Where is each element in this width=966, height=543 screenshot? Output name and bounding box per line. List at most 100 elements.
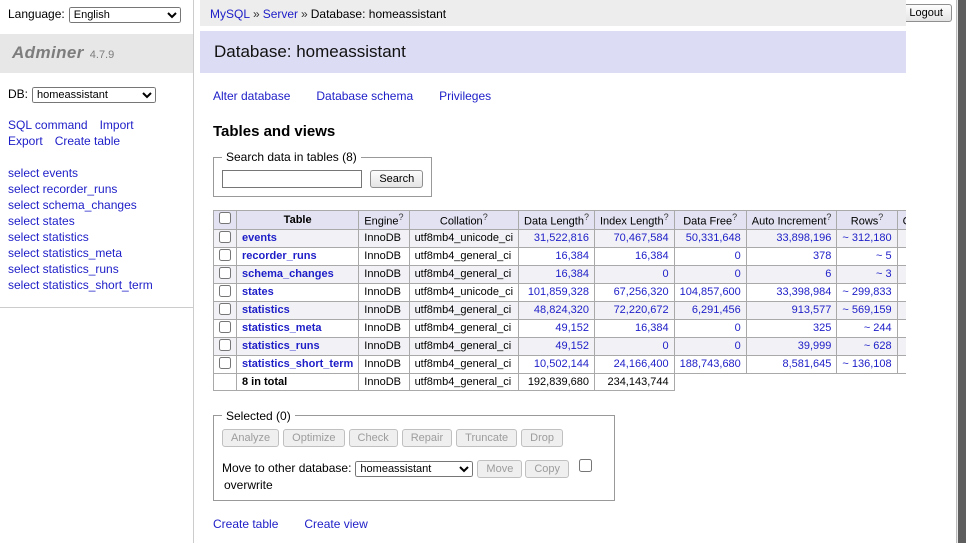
row-checkbox[interactable] [219, 267, 231, 279]
create-link[interactable]: Create table [213, 517, 278, 531]
selected-action-button[interactable]: Analyze [222, 429, 279, 447]
table-name-link[interactable]: events [242, 232, 277, 244]
breadcrumb-link-mysql[interactable]: MySQL [210, 7, 250, 21]
row-checkbox[interactable] [219, 285, 231, 297]
selected-action-button[interactable]: Repair [402, 429, 452, 447]
data-length-link[interactable]: 48,824,320 [534, 304, 589, 316]
help-icon[interactable]: ? [483, 212, 488, 222]
rows-count-link[interactable]: ~ 244 [864, 322, 892, 334]
table-select-link[interactable]: select statistics_meta [8, 246, 122, 260]
rows-count-link[interactable]: ~ 5 [876, 250, 892, 262]
db-nav-link[interactable]: Privileges [439, 89, 491, 103]
table-select-link[interactable]: select statistics_short_term [8, 278, 153, 292]
data-length-link[interactable]: 10,502,144 [534, 358, 589, 370]
help-icon[interactable]: ? [878, 212, 883, 222]
selected-action-button[interactable]: Drop [521, 429, 563, 447]
rows-count-link[interactable]: ~ 312,180 [842, 232, 891, 244]
help-icon[interactable]: ? [664, 212, 669, 222]
table-select-link[interactable]: select statistics [8, 230, 89, 244]
auto-increment-link[interactable]: 39,999 [798, 340, 832, 352]
table-name-link[interactable]: statistics_runs [242, 340, 320, 352]
data-free-link[interactable]: 0 [735, 250, 741, 262]
vertical-scrollbar[interactable] [956, 0, 966, 543]
row-checkbox[interactable] [219, 231, 231, 243]
table-name-link[interactable]: statistics_short_term [242, 358, 353, 370]
selected-action-button[interactable]: Check [349, 429, 398, 447]
help-icon[interactable]: ? [826, 212, 831, 222]
table-name-link[interactable]: schema_changes [242, 268, 334, 280]
index-length-link[interactable]: 24,166,400 [614, 358, 669, 370]
table-select-link[interactable]: select recorder_runs [8, 182, 117, 196]
data-length-link[interactable]: 101,859,328 [528, 286, 589, 298]
index-length-link[interactable]: 70,467,584 [614, 232, 669, 244]
index-length-link[interactable]: 72,220,672 [614, 304, 669, 316]
rows-count-link[interactable]: ~ 3 [876, 268, 892, 280]
row-checkbox[interactable] [219, 303, 231, 315]
index-length-link[interactable]: 0 [663, 268, 669, 280]
selected-action-button[interactable]: Optimize [283, 429, 344, 447]
table-name-link[interactable]: statistics [242, 304, 290, 316]
help-icon[interactable]: ? [732, 212, 737, 222]
data-free-link[interactable]: 0 [735, 340, 741, 352]
auto-increment-link[interactable]: 33,398,984 [776, 286, 831, 298]
data-free-link[interactable]: 104,857,600 [680, 286, 741, 298]
copy-button[interactable]: Copy [525, 460, 569, 478]
overwrite-checkbox[interactable] [579, 459, 592, 472]
move-button[interactable]: Move [477, 460, 522, 478]
index-length-link[interactable]: 16,384 [635, 250, 669, 262]
search-input[interactable] [222, 170, 362, 188]
table-select-link[interactable]: select events [8, 166, 78, 180]
table-name-link[interactable]: recorder_runs [242, 250, 317, 262]
data-free-link[interactable]: 50,331,648 [686, 232, 741, 244]
db-select[interactable]: homeassistant [32, 87, 156, 103]
table-select-link[interactable]: select schema_changes [8, 198, 137, 212]
row-checkbox[interactable] [219, 339, 231, 351]
table-name-link[interactable]: statistics_meta [242, 322, 322, 334]
db-nav-link[interactable]: Alter database [213, 89, 290, 103]
auto-increment-link[interactable]: 913,577 [792, 304, 832, 316]
adminer-logo[interactable]: Adminer [12, 43, 84, 62]
auto-increment-link[interactable]: 33,898,196 [776, 232, 831, 244]
data-length-link[interactable]: 31,522,816 [534, 232, 589, 244]
table-select-link[interactable]: select statistics_runs [8, 262, 119, 276]
row-checkbox[interactable] [219, 321, 231, 333]
data-free-link[interactable]: 6,291,456 [692, 304, 741, 316]
sidebar-action-link[interactable]: SQL command [8, 118, 88, 132]
table-select-link[interactable]: select states [8, 214, 75, 228]
data-free-link[interactable]: 188,743,680 [680, 358, 741, 370]
move-db-select[interactable]: homeassistant [355, 461, 473, 477]
data-length-link[interactable]: 49,152 [555, 322, 589, 334]
sidebar-action-link[interactable]: Export [8, 134, 43, 148]
overwrite-label[interactable]: overwrite [224, 478, 273, 492]
help-icon[interactable]: ? [399, 212, 404, 222]
data-free-link[interactable]: 0 [735, 268, 741, 280]
data-length-link[interactable]: 16,384 [555, 268, 589, 280]
language-select[interactable]: English [69, 7, 181, 23]
search-button[interactable]: Search [370, 170, 423, 188]
row-checkbox[interactable] [219, 249, 231, 261]
auto-increment-link[interactable]: 378 [813, 250, 831, 262]
create-link[interactable]: Create view [304, 517, 367, 531]
selected-action-button[interactable]: Truncate [456, 429, 517, 447]
help-icon[interactable]: ? [584, 212, 589, 222]
scrollbar-thumb[interactable] [958, 0, 966, 543]
sidebar-action-link[interactable]: Create table [55, 134, 120, 148]
index-length-link[interactable]: 0 [663, 340, 669, 352]
db-nav-link[interactable]: Database schema [316, 89, 413, 103]
rows-count-link[interactable]: ~ 628 [864, 340, 892, 352]
row-checkbox[interactable] [219, 357, 231, 369]
index-length-link[interactable]: 67,256,320 [614, 286, 669, 298]
select-all-checkbox[interactable] [219, 212, 231, 224]
sidebar-action-link[interactable]: Import [100, 118, 134, 132]
logout-button[interactable]: Logout [900, 4, 952, 22]
data-length-link[interactable]: 16,384 [555, 250, 589, 262]
rows-count-link[interactable]: ~ 299,833 [842, 286, 891, 298]
rows-count-link[interactable]: ~ 569,159 [842, 304, 891, 316]
rows-count-link[interactable]: ~ 136,108 [842, 358, 891, 370]
data-length-link[interactable]: 49,152 [555, 340, 589, 352]
data-free-link[interactable]: 0 [735, 322, 741, 334]
index-length-link[interactable]: 16,384 [635, 322, 669, 334]
table-name-link[interactable]: states [242, 286, 274, 298]
breadcrumb-link-server[interactable]: Server [263, 7, 298, 21]
auto-increment-link[interactable]: 6 [825, 268, 831, 280]
